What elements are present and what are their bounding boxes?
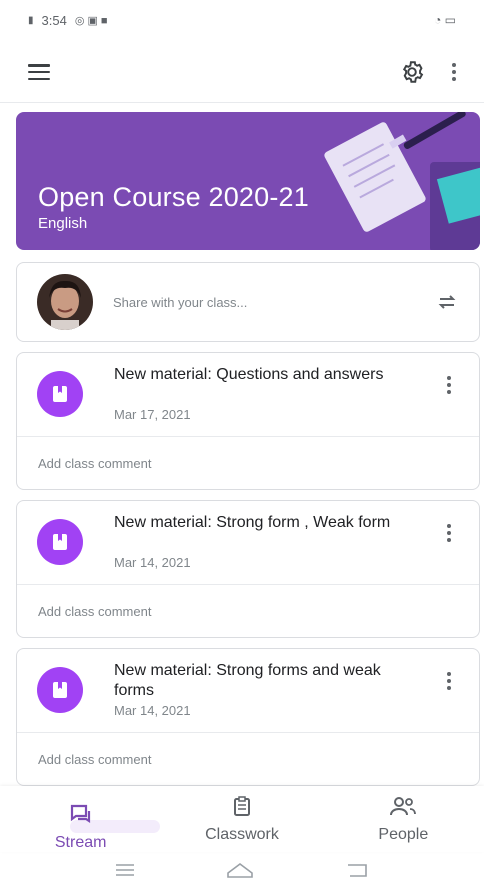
post-date: Mar 17, 2021 [114, 407, 191, 422]
tab-label: Stream [54, 834, 107, 851]
system-nav-bar [0, 852, 484, 892]
more-vert-icon[interactable] [443, 373, 455, 397]
menu-icon[interactable] [114, 863, 136, 882]
material-icon [37, 371, 83, 417]
add-comment-button[interactable]: Add class comment [17, 585, 479, 637]
add-comment-button[interactable]: Add class comment [17, 437, 479, 489]
tab-stream[interactable]: Stream [0, 786, 161, 852]
more-vert-icon[interactable] [443, 669, 455, 693]
hamburger-menu-icon[interactable] [28, 64, 50, 80]
back-icon[interactable] [344, 862, 370, 883]
status-bar: ▮ 3:54 ◎ ▣ ■ ◔ ▭ [0, 0, 484, 40]
gear-icon[interactable] [394, 54, 430, 90]
post-title: New material: Questions and answers [114, 366, 384, 383]
course-subtitle: English [38, 215, 88, 232]
bottom-nav: Stream Classwork People [0, 786, 484, 852]
tab-label: Classwork [205, 825, 279, 843]
battery-icon: ◔ ▭ [434, 13, 456, 27]
tab-classwork[interactable]: Classwork [161, 786, 322, 852]
tab-people[interactable]: People [323, 786, 484, 852]
post-card[interactable]: New material: Questions and answers Mar … [16, 352, 480, 490]
material-icon [37, 519, 83, 565]
post-date: Mar 14, 2021 [114, 555, 191, 570]
more-vert-icon[interactable] [444, 54, 464, 90]
app-bar [0, 48, 484, 96]
post-card[interactable]: New material: Strong forms and weak form… [16, 648, 480, 786]
status-time: 3:54 [41, 12, 67, 28]
post-title: New material: Strong forms and weak form… [114, 662, 381, 699]
app-bar-divider [0, 102, 484, 103]
course-banner[interactable]: Open Course 2020-21 English [16, 112, 480, 250]
signal-icon: ▮ [28, 14, 34, 26]
post-date: Mar 14, 2021 [114, 703, 191, 718]
material-icon [37, 667, 83, 713]
share-input[interactable]: Share with your class... [113, 295, 433, 310]
avatar [37, 274, 93, 330]
home-icon[interactable] [225, 861, 255, 884]
share-card[interactable]: Share with your class... [16, 262, 480, 342]
post-card[interactable]: New material: Strong form , Weak form Ma… [16, 500, 480, 638]
tab-label: People [378, 825, 429, 843]
course-title: Open Course 2020-21 [38, 182, 309, 212]
more-vert-icon[interactable] [443, 521, 455, 545]
notification-icon: ◎ ▣ ■ [74, 14, 108, 27]
post-title: New material: Strong form , Weak form [114, 514, 391, 531]
people-icon [389, 795, 417, 822]
stream-icon [69, 803, 93, 830]
add-comment-button[interactable]: Add class comment [17, 733, 479, 785]
classwork-icon [231, 795, 253, 822]
repost-icon[interactable] [433, 288, 461, 316]
banner-illustration [324, 112, 480, 250]
